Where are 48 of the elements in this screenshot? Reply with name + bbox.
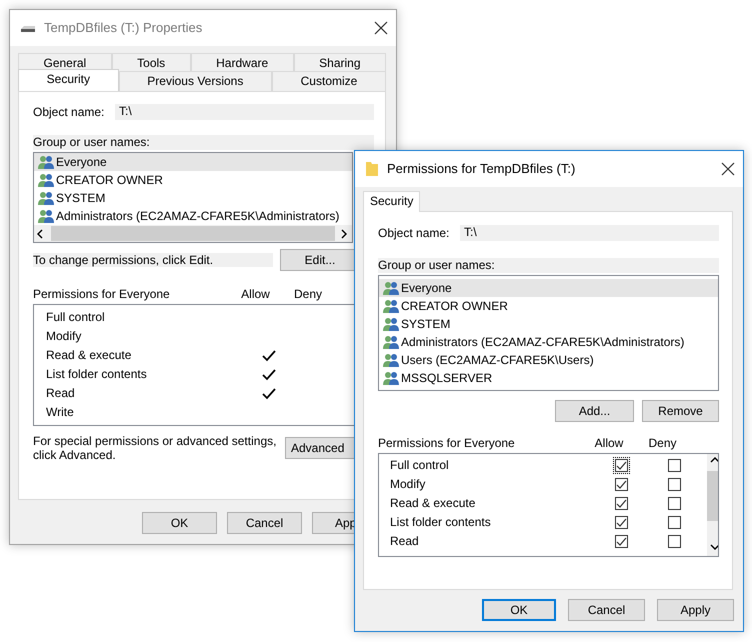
column-header: Deny — [647, 436, 678, 451]
user-list-item[interactable]: Administrators (EC2AMAZ-CFARE5K\Administrators) — [379, 333, 718, 351]
user-list-item[interactable]: Users (EC2AMAZ-CFARE5K\Users) — [379, 351, 718, 369]
permission-name: Read — [46, 386, 76, 401]
dialog-button[interactable]: Remove — [642, 400, 719, 422]
column-header: Allow — [240, 287, 271, 302]
column-header: Deny — [292, 287, 323, 302]
user-list-item[interactable]: CREATOR OWNER — [34, 171, 352, 189]
permission-name: Read — [390, 534, 420, 549]
permission-name: Full control — [390, 458, 450, 473]
advanced-hint: For special permissions or advanced settings, click Advanced. — [33, 434, 278, 463]
object-name-label: Object name: — [378, 226, 450, 240]
user-list-item[interactable]: SYSTEM — [379, 315, 718, 333]
permission-name: Modify — [46, 329, 82, 344]
window-title: Permissions for TempDBfiles (T:) — [387, 161, 576, 177]
dialog-button[interactable]: OK — [142, 512, 217, 534]
tab[interactable]: Previous Versions — [118, 71, 272, 91]
dialog-button[interactable]: Cancel — [568, 599, 645, 621]
object-name-label: Object name: — [33, 104, 106, 120]
permission-name: Modify — [390, 477, 426, 492]
user-list-item[interactable]: Everyone — [379, 279, 718, 297]
column-header: Allow — [594, 436, 624, 451]
user-list-item[interactable]: SYSTEM — [34, 189, 352, 207]
object-name-value: T:\ — [115, 104, 374, 120]
permission-name: Write — [46, 405, 75, 420]
permission-name: List folder contents — [46, 367, 148, 382]
dialog-button[interactable]: OK — [482, 599, 556, 621]
user-list-item[interactable]: CREATOR OWNER — [379, 297, 718, 315]
permission-name: List folder contents — [390, 515, 492, 530]
user-list-item[interactable]: Administrators (EC2AMAZ-CFARE5K\Administrators) — [34, 207, 352, 225]
tab[interactable]: Security — [18, 69, 119, 91]
edit-hint: To change permissions, click Edit. — [33, 252, 273, 268]
dialog-button[interactable]: Apply — [657, 599, 734, 621]
permissions-label: Permissions for Everyone — [33, 287, 171, 302]
group-label: Group or user names: — [33, 135, 374, 150]
window-title: TempDBfiles (T:) Properties — [44, 20, 204, 36]
permission-name: Read & execute — [46, 348, 132, 363]
permission-name: Read & execute — [390, 496, 476, 511]
object-name-value: T:\ — [460, 225, 719, 241]
user-list-item[interactable]: Everyone — [34, 153, 352, 171]
permission-name: Full control — [46, 310, 106, 325]
tab[interactable]: Customize — [272, 71, 386, 91]
tab[interactable]: Security — [363, 191, 420, 212]
group-label: Group or user names: — [378, 258, 719, 273]
dialog-button[interactable]: Add... — [555, 400, 634, 422]
permissions-label: Permissions for Everyone — [378, 436, 516, 451]
user-list-item[interactable]: MSSQLSERVER — [379, 369, 718, 387]
dialog-button[interactable]: Cancel — [227, 512, 302, 534]
